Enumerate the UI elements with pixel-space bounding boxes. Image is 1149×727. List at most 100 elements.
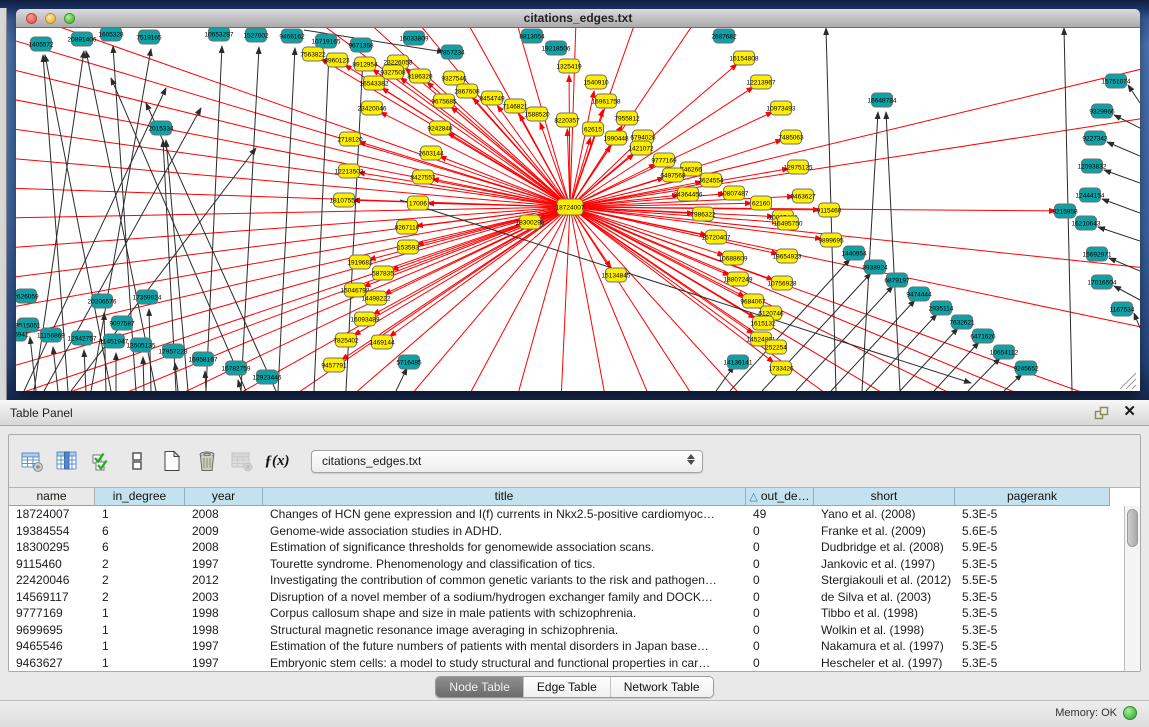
graph-node[interactable]: 16154808 xyxy=(730,51,759,65)
graph-node[interactable]: 11451947 xyxy=(100,334,129,348)
graph-node[interactable]: 9115460 xyxy=(817,203,842,217)
graph-node[interactable]: 17006 xyxy=(408,196,429,210)
table-mode-icon[interactable] xyxy=(17,446,47,476)
graph-node[interactable]: 12213503 xyxy=(335,164,364,178)
graph-edge[interactable] xyxy=(16,128,570,207)
graph-node[interactable]: 12975125 xyxy=(784,160,813,174)
graph-node[interactable]: 10654112 xyxy=(990,345,1019,359)
graph-edge[interactable] xyxy=(439,156,570,207)
graph-edge[interactable] xyxy=(16,28,570,207)
graph-edge[interactable] xyxy=(314,53,329,391)
graph-node[interactable]: 1405572 xyxy=(28,37,54,51)
graph-node[interactable]: 7563822 xyxy=(300,47,326,61)
graph-node[interactable]: 2935114 xyxy=(929,301,954,315)
graph-node[interactable]: 9474444 xyxy=(906,287,932,301)
graph-node[interactable]: 5716485 xyxy=(396,355,422,369)
graph-node[interactable]: 6497568 xyxy=(660,168,686,182)
graph-node[interactable]: 9671358 xyxy=(348,38,374,52)
graph-node[interactable]: 20891406 xyxy=(68,32,97,46)
graph-node[interactable]: 8912954 xyxy=(352,57,378,71)
graph-node[interactable]: 10688609 xyxy=(719,251,748,265)
table-vertical-scrollbar[interactable] xyxy=(1124,506,1140,671)
graph-node[interactable]: 8938924 xyxy=(862,260,888,274)
graph-node[interactable]: 10719165 xyxy=(312,34,341,48)
graph-edge[interactable] xyxy=(1114,115,1140,128)
graph-edge[interactable] xyxy=(570,68,1140,207)
graph-node[interactable]: 7955812 xyxy=(614,111,640,125)
graph-node[interactable]: 2015334 xyxy=(148,121,174,135)
graph-node[interactable]: 7146821 xyxy=(502,99,528,113)
graph-node[interactable]: 8960123 xyxy=(324,53,350,67)
graph-node[interactable]: 252254 xyxy=(765,340,787,354)
float-window-icon[interactable] xyxy=(1094,406,1109,421)
graph-node[interactable]: 9327508 xyxy=(380,65,406,79)
graph-node[interactable]: 2687682 xyxy=(711,29,737,43)
graph-node[interactable]: 15720407 xyxy=(702,230,731,244)
graph-canvas[interactable]: 1405572 208914061605328 7519165 10653287 152… xyxy=(16,28,1140,391)
graph-node[interactable]: 18107554 xyxy=(330,193,359,207)
graph-edge[interactable] xyxy=(1132,385,1136,389)
graph-node[interactable]: 10973493 xyxy=(767,101,796,115)
function-builder-icon[interactable]: ƒ(x) xyxy=(262,446,292,476)
graph-node[interactable]: 16958167 xyxy=(189,352,218,366)
graph-node[interactable]: 9463627 xyxy=(790,189,816,203)
column-header-name[interactable]: name xyxy=(9,488,95,506)
graph-node[interactable]: 1527002 xyxy=(243,28,269,42)
graph-node[interactable]: 9684067 xyxy=(740,294,766,308)
graph-edge[interactable] xyxy=(466,207,570,391)
graph-node[interactable]: 1421072 xyxy=(628,141,654,155)
graph-node[interactable]: 16961758 xyxy=(592,94,621,108)
graph-node[interactable]: 62160 xyxy=(751,196,772,210)
graph-node[interactable]: 8427552 xyxy=(410,170,436,184)
graph-node[interactable]: 8186328 xyxy=(407,69,433,83)
graph-node[interactable]: 7519165 xyxy=(136,30,162,44)
graph-edge[interactable] xyxy=(519,114,570,207)
graph-node[interactable]: 9457791 xyxy=(321,358,347,372)
graph-node[interactable]: 10807487 xyxy=(720,186,749,200)
graph-edge[interactable] xyxy=(396,368,407,391)
graph-node[interactable]: 9327546 xyxy=(441,71,467,85)
graph-node[interactable]: 9466162 xyxy=(279,29,305,43)
graph-node[interactable]: 9777169 xyxy=(651,153,677,167)
graph-node[interactable]: 153593 xyxy=(397,240,419,254)
graph-node[interactable]: 9242848 xyxy=(427,121,453,135)
graph-node[interactable]: 1990448 xyxy=(603,131,629,145)
table-row[interactable]: 911546021997Tourette syndrome. Phenomeno… xyxy=(9,556,1124,573)
graph-node[interactable]: 15751074 xyxy=(1102,74,1131,88)
graph-node[interactable]: 1167534 xyxy=(1110,302,1135,316)
window-titlebar[interactable]: citations_edges.txt xyxy=(16,9,1140,28)
graph-node[interactable]: 16543382 xyxy=(360,76,389,90)
graph-node[interactable]: 1440954 xyxy=(841,246,867,260)
graph-node[interactable]: 20206576 xyxy=(88,294,117,308)
graph-edge[interactable] xyxy=(934,342,979,391)
graph-node[interactable]: 1605328 xyxy=(98,28,124,41)
graph-node[interactable]: 10756928 xyxy=(768,276,797,290)
graph-edge[interactable] xyxy=(359,142,570,207)
graph-edge[interactable] xyxy=(16,207,570,308)
table-selector-dropdown[interactable]: citations_edges.txt xyxy=(311,450,703,473)
graph-node[interactable]: 16210643 xyxy=(1072,216,1101,230)
graph-node[interactable]: 16033809 xyxy=(400,31,429,45)
tab-node-table[interactable]: Node Table xyxy=(436,677,524,697)
graph-edge[interactable] xyxy=(886,112,900,391)
graph-node[interactable]: 24364456 xyxy=(674,187,703,201)
graph-node[interactable]: 1540910 xyxy=(583,75,609,89)
graph-node[interactable]: 17016504 xyxy=(1088,275,1117,289)
graph-edge[interactable] xyxy=(1126,379,1136,389)
graph-node[interactable]: 62615 xyxy=(583,122,604,136)
graph-node[interactable]: 18300295 xyxy=(516,215,545,229)
graph-node[interactable]: 12942757 xyxy=(68,331,97,345)
graph-node[interactable]: 18724007 xyxy=(556,199,585,215)
graph-node[interactable]: 14136141 xyxy=(724,355,753,369)
graph-edge[interactable] xyxy=(241,47,259,391)
new-table-icon[interactable] xyxy=(157,446,187,476)
table-row[interactable]: 1830029562008Estimation of significance … xyxy=(9,539,1124,556)
graph-node[interactable]: 1615132 xyxy=(750,316,776,330)
graph-node[interactable]: 10653287 xyxy=(205,28,234,41)
graph-node[interactable]: 1919682 xyxy=(347,255,373,269)
row-height-icon[interactable] xyxy=(122,446,152,476)
graph-edge[interactable] xyxy=(30,337,36,391)
graph-node[interactable]: 18807249 xyxy=(724,272,753,286)
graph-node[interactable]: 17957223 xyxy=(159,344,188,358)
graph-node[interactable]: 15692971 xyxy=(1083,247,1112,261)
